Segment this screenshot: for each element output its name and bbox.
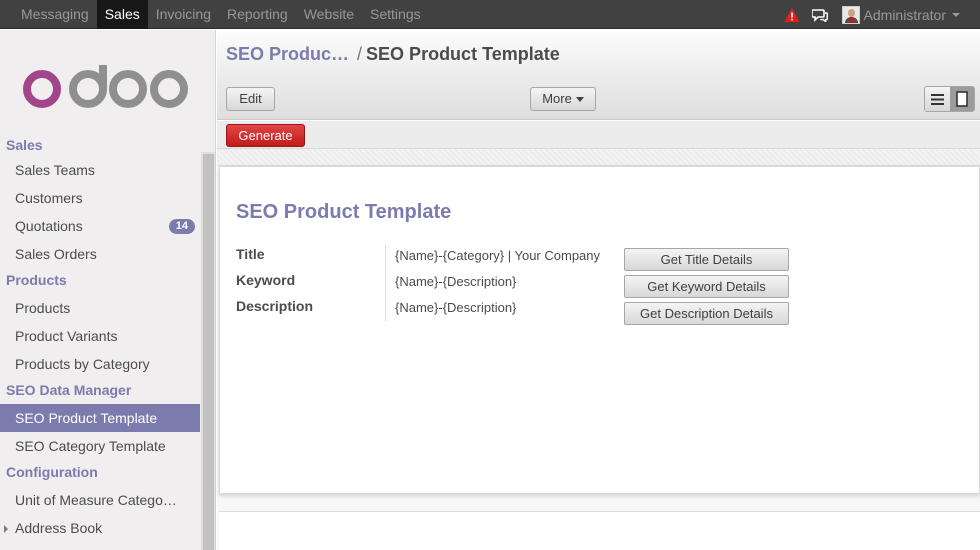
breadcrumb-current: SEO Product Template bbox=[366, 44, 560, 64]
top-menu-reporting[interactable]: Reporting bbox=[219, 0, 296, 29]
sidebar-item-product-variants[interactable]: Product Variants bbox=[0, 322, 200, 350]
more-button-label: More bbox=[542, 91, 572, 106]
top-menu-settings[interactable]: Settings bbox=[362, 0, 429, 29]
field-value-description: {Name}-{Description} bbox=[395, 300, 517, 315]
sidebar-item-quotations[interactable]: Quotations 14 bbox=[0, 212, 200, 240]
view-switcher bbox=[924, 86, 975, 112]
sidebar-scrollbar-thumb[interactable] bbox=[203, 154, 214, 550]
user-name: Administrator bbox=[863, 6, 946, 23]
field-labels: Title Keyword Description bbox=[236, 245, 386, 321]
form-view-button[interactable] bbox=[949, 87, 974, 111]
edit-button[interactable]: Edit bbox=[226, 87, 275, 111]
get-title-details-button[interactable]: Get Title Details bbox=[624, 248, 789, 271]
warning-icon[interactable] bbox=[784, 7, 800, 23]
avatar bbox=[841, 5, 860, 24]
top-right-tools: Administrator bbox=[784, 0, 980, 29]
sidebar-item-label: Address Book bbox=[15, 520, 103, 536]
breadcrumb: SEO Produc… / SEO Product Template bbox=[226, 44, 560, 65]
top-menu-messaging[interactable]: Messaging bbox=[0, 0, 97, 29]
top-navbar: Messaging Sales Invoicing Reporting Webs… bbox=[0, 0, 980, 29]
field-value-keyword: {Name}-{Description} bbox=[395, 274, 517, 289]
list-view-button[interactable] bbox=[925, 87, 950, 111]
form-sheet-background: SEO Product Template Title Keyword Descr… bbox=[217, 149, 980, 550]
chatter-area bbox=[219, 511, 980, 550]
sidebar-item-address-book[interactable]: Address Book bbox=[0, 514, 200, 542]
sidebar-item-label: Quotations bbox=[15, 218, 83, 234]
get-keyword-details-button[interactable]: Get Keyword Details bbox=[624, 275, 789, 298]
sheet-hatch-band bbox=[217, 149, 980, 166]
sidebar-item-sales-teams[interactable]: Sales Teams bbox=[0, 156, 200, 184]
user-menu[interactable]: Administrator bbox=[841, 5, 980, 24]
chat-icon[interactable] bbox=[811, 8, 828, 22]
sidebar-item-unit-of-measure-categories[interactable]: Unit of Measure Catego… bbox=[0, 486, 200, 514]
form-statusbar: Generate bbox=[217, 121, 980, 149]
control-panel: SEO Produc… / SEO Product Template Edit Mo… bbox=[217, 30, 980, 120]
generate-button[interactable]: Generate bbox=[226, 124, 305, 147]
sidebar-section-configuration: Configuration bbox=[6, 464, 98, 480]
chevron-down-icon bbox=[952, 12, 960, 17]
get-description-details-button[interactable]: Get Description Details bbox=[624, 302, 789, 325]
top-menu: Messaging Sales Invoicing Reporting Webs… bbox=[0, 0, 429, 29]
sidebar-item-seo-product-template[interactable]: SEO Product Template bbox=[0, 404, 200, 432]
top-menu-sales[interactable]: Sales bbox=[96, 0, 148, 29]
sidebar-menu: Sales Sales Teams Customers Quotations 1… bbox=[0, 134, 200, 542]
field-label-title: Title bbox=[236, 246, 265, 262]
caret-down-icon bbox=[575, 97, 584, 103]
count-badge: 14 bbox=[168, 219, 195, 234]
field-label-keyword: Keyword bbox=[236, 272, 296, 288]
sidebar-item-seo-category-template[interactable]: SEO Category Template bbox=[0, 432, 200, 460]
sidebar-section-sales: Sales bbox=[6, 137, 43, 153]
main-content: SEO Produc… / SEO Product Template Edit Mo… bbox=[217, 30, 980, 550]
field-label-description: Description bbox=[236, 298, 314, 314]
sidebar-section-seo-data-manager: SEO Data Manager bbox=[6, 382, 132, 398]
odoo-logo bbox=[23, 65, 188, 108]
field-values: {Name}-{Category} | Your Company {Name}-… bbox=[395, 247, 600, 325]
form-sheet: SEO Product Template Title Keyword Descr… bbox=[219, 166, 980, 494]
sidebar-item-products[interactable]: Products bbox=[0, 294, 200, 322]
top-menu-website[interactable]: Website bbox=[296, 0, 362, 29]
breadcrumb-link[interactable]: SEO Produc… bbox=[226, 44, 349, 64]
breadcrumb-separator: / bbox=[357, 44, 363, 64]
sidebar-section-products: Products bbox=[6, 272, 67, 288]
left-sidebar: Sales Sales Teams Customers Quotations 1… bbox=[0, 30, 216, 550]
form-view-icon bbox=[955, 91, 968, 107]
sidebar-item-products-by-category[interactable]: Products by Category bbox=[0, 350, 200, 378]
list-icon bbox=[930, 93, 944, 105]
sidebar-item-sales-orders[interactable]: Sales Orders bbox=[0, 240, 200, 268]
expand-arrow-icon[interactable] bbox=[4, 525, 8, 533]
more-button[interactable]: More bbox=[530, 87, 596, 111]
form-title: SEO Product Template bbox=[236, 201, 452, 223]
sidebar-item-customers[interactable]: Customers bbox=[0, 184, 200, 212]
top-menu-invoicing[interactable]: Invoicing bbox=[148, 0, 219, 29]
field-value-title: {Name}-{Category} | Your Company bbox=[395, 248, 601, 263]
